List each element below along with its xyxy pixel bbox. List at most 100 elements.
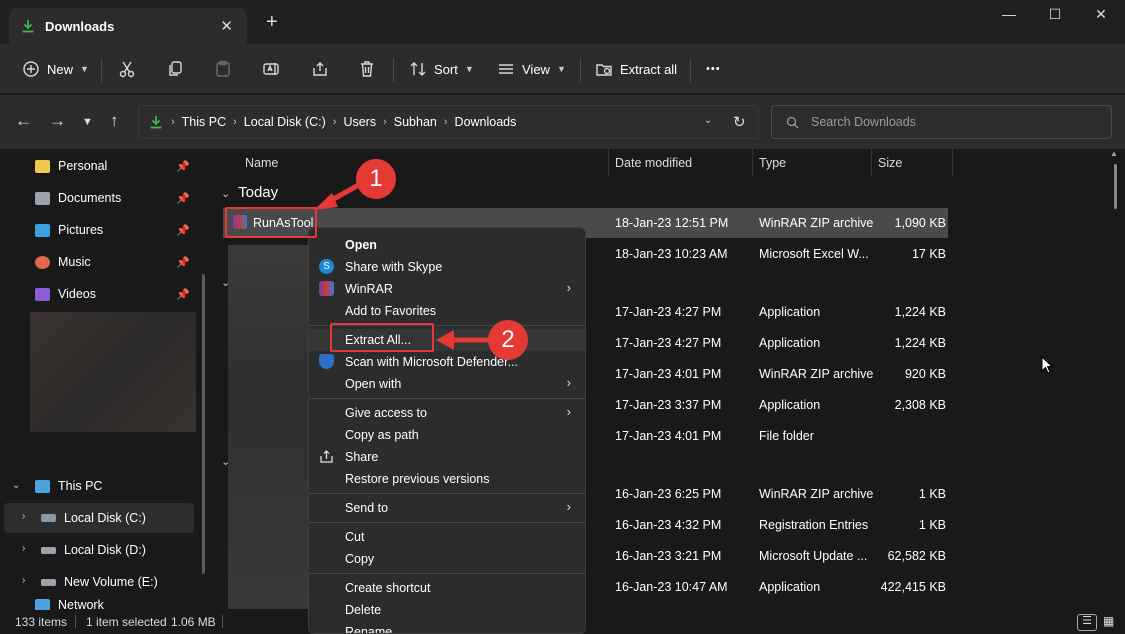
menu-item-label: Add to Favorites	[345, 304, 437, 318]
menu-item-restore-previous-versions[interactable]: Restore previous versions	[309, 468, 585, 490]
sidebar-item-pictures[interactable]: Pictures 📌	[0, 215, 200, 245]
sidebar-item-personal[interactable]: Personal 📌	[0, 151, 200, 181]
column-header-date[interactable]: Date modified	[615, 156, 692, 170]
delete-button[interactable]	[358, 56, 376, 82]
pin-icon[interactable]: 📌	[176, 224, 190, 237]
more-options-button[interactable]: •••	[706, 56, 721, 82]
sort-button[interactable]: Sort ▼	[409, 56, 474, 82]
toolbar-divider	[101, 58, 102, 82]
group-header-today[interactable]: ⌄ Today	[221, 184, 278, 201]
recent-locations-chevron-icon[interactable]: ▼	[82, 116, 93, 128]
menu-item-share[interactable]: Share	[309, 446, 585, 468]
share-button[interactable]	[311, 56, 329, 82]
column-header-type[interactable]: Type	[759, 156, 786, 170]
download-icon	[150, 116, 162, 129]
breadcrumb-users[interactable]: Users	[343, 115, 376, 129]
status-divider	[75, 615, 76, 628]
menu-separator	[309, 573, 585, 574]
tiles-view-button[interactable]: ▦	[1103, 614, 1114, 628]
breadcrumb-local-disk-c[interactable]: Local Disk (C:)	[244, 115, 326, 129]
menu-item-add-to-favorites[interactable]: Add to Favorites	[309, 300, 585, 322]
sidebar-item-local-disk-d[interactable]: › Local Disk (D:)	[0, 535, 200, 565]
sidebar-item-documents[interactable]: Documents 📌	[0, 183, 200, 213]
menu-item-delete[interactable]: Delete	[309, 599, 585, 621]
menu-item-share-with-skype[interactable]: S Share with Skype	[309, 256, 585, 278]
address-history-chevron-icon[interactable]: ⌄	[704, 115, 712, 126]
column-header-size[interactable]: Size	[878, 156, 902, 170]
new-button[interactable]: New ▼	[22, 56, 89, 82]
maximize-button[interactable]: ☐	[1040, 6, 1070, 26]
extract-all-button[interactable]: Extract all	[595, 56, 677, 82]
search-box[interactable]: Search Downloads	[771, 105, 1112, 139]
chevron-down-icon: ⌄	[221, 188, 231, 200]
scroll-up-icon[interactable]: ▲	[1110, 149, 1118, 158]
sidebar-item-new-volume-e[interactable]: › New Volume (E:)	[0, 567, 200, 597]
menu-item-cut[interactable]: Cut	[309, 526, 585, 548]
pin-icon[interactable]: 📌	[176, 160, 190, 173]
new-button-label: New	[47, 61, 74, 77]
sidebar-item-local-disk-c[interactable]: › Local Disk (C:)	[4, 503, 194, 533]
copy-button[interactable]	[166, 56, 184, 82]
pin-icon[interactable]: 📌	[176, 256, 190, 269]
column-divider[interactable]	[752, 149, 753, 177]
chevron-right-icon[interactable]: ›	[22, 575, 25, 586]
menu-item-rename[interactable]: Rename	[309, 621, 585, 634]
details-view-button[interactable]: ☰	[1077, 614, 1097, 631]
paste-button[interactable]	[214, 56, 232, 82]
cut-button[interactable]	[118, 56, 136, 82]
menu-item-send-to[interactable]: Send to ›	[309, 497, 585, 519]
breadcrumb-subhan[interactable]: Subhan	[394, 115, 437, 129]
tab-downloads[interactable]: Downloads ✕	[9, 8, 247, 44]
view-button[interactable]: View ▼	[497, 56, 566, 82]
chevron-down-icon: ▼	[556, 64, 566, 74]
menu-item-winrar[interactable]: WinRAR ›	[309, 278, 585, 300]
chevron-right-icon[interactable]: ›	[22, 511, 25, 522]
menu-item-label: Rename	[345, 625, 393, 634]
menu-item-create-shortcut[interactable]: Create shortcut	[309, 577, 585, 599]
file-date: 16-Jan-23 3:21 PM	[615, 549, 722, 563]
breadcrumb-separator-icon: ›	[233, 116, 237, 128]
new-tab-button[interactable]: +	[266, 12, 278, 32]
sidebar-item-this-pc[interactable]: ⌄ This PC	[0, 471, 200, 501]
address-row: ← → ▼ ↑ › This PC › Local Disk (C:) › Us…	[0, 95, 1125, 149]
chevron-down-icon[interactable]: ⌄	[12, 480, 20, 491]
breadcrumb-downloads[interactable]: Downloads	[455, 115, 517, 129]
tab-close-icon[interactable]: ✕	[220, 17, 233, 35]
refresh-icon[interactable]: ↻	[733, 113, 746, 131]
sidebar-scrollbar[interactable]	[202, 274, 205, 574]
menu-item-open-with[interactable]: Open with ›	[309, 373, 585, 395]
sidebar-item-label: Local Disk (C:)	[64, 511, 146, 525]
menu-item-open[interactable]: Open	[309, 234, 585, 256]
close-window-button[interactable]: ✕	[1086, 6, 1116, 26]
chevron-right-icon[interactable]: ›	[22, 543, 25, 554]
chevron-down-icon: ▼	[464, 64, 474, 74]
minimize-button[interactable]: —	[994, 6, 1024, 26]
file-date: 17-Jan-23 3:37 PM	[615, 398, 722, 412]
toolbar-divider	[393, 58, 394, 82]
pin-icon[interactable]: 📌	[176, 288, 190, 301]
file-list-scrollbar[interactable]	[1114, 164, 1117, 209]
menu-item-copy-as-path[interactable]: Copy as path	[309, 424, 585, 446]
rename-button[interactable]	[262, 56, 280, 82]
folder-icon	[35, 159, 50, 173]
music-icon	[35, 255, 50, 269]
menu-item-copy[interactable]: Copy	[309, 548, 585, 570]
file-size: 2,308 KB	[894, 398, 946, 412]
column-divider[interactable]	[608, 149, 609, 177]
search-icon	[786, 116, 799, 128]
column-divider[interactable]	[952, 149, 953, 177]
menu-item-label: Send to	[345, 501, 389, 515]
sidebar-item-videos[interactable]: Videos 📌	[0, 279, 200, 309]
breadcrumb-separator-icon: ›	[443, 116, 448, 128]
forward-arrow-icon[interactable]: →	[49, 111, 66, 131]
menu-item-give-access[interactable]: Give access to ›	[309, 402, 585, 424]
sidebar-item-music[interactable]: Music 📌	[0, 247, 200, 277]
column-divider[interactable]	[871, 149, 872, 177]
pin-icon[interactable]: 📌	[176, 192, 190, 205]
back-arrow-icon[interactable]: ←	[15, 111, 32, 131]
up-arrow-icon[interactable]: ↑	[110, 111, 119, 131]
menu-item-scan-defender[interactable]: Scan with Microsoft Defender...	[309, 351, 585, 373]
address-bar[interactable]: › This PC › Local Disk (C:) › Users › Su…	[138, 105, 759, 139]
column-header-name[interactable]: Name	[245, 156, 278, 170]
breadcrumb-this-pc[interactable]: This PC	[182, 115, 226, 129]
